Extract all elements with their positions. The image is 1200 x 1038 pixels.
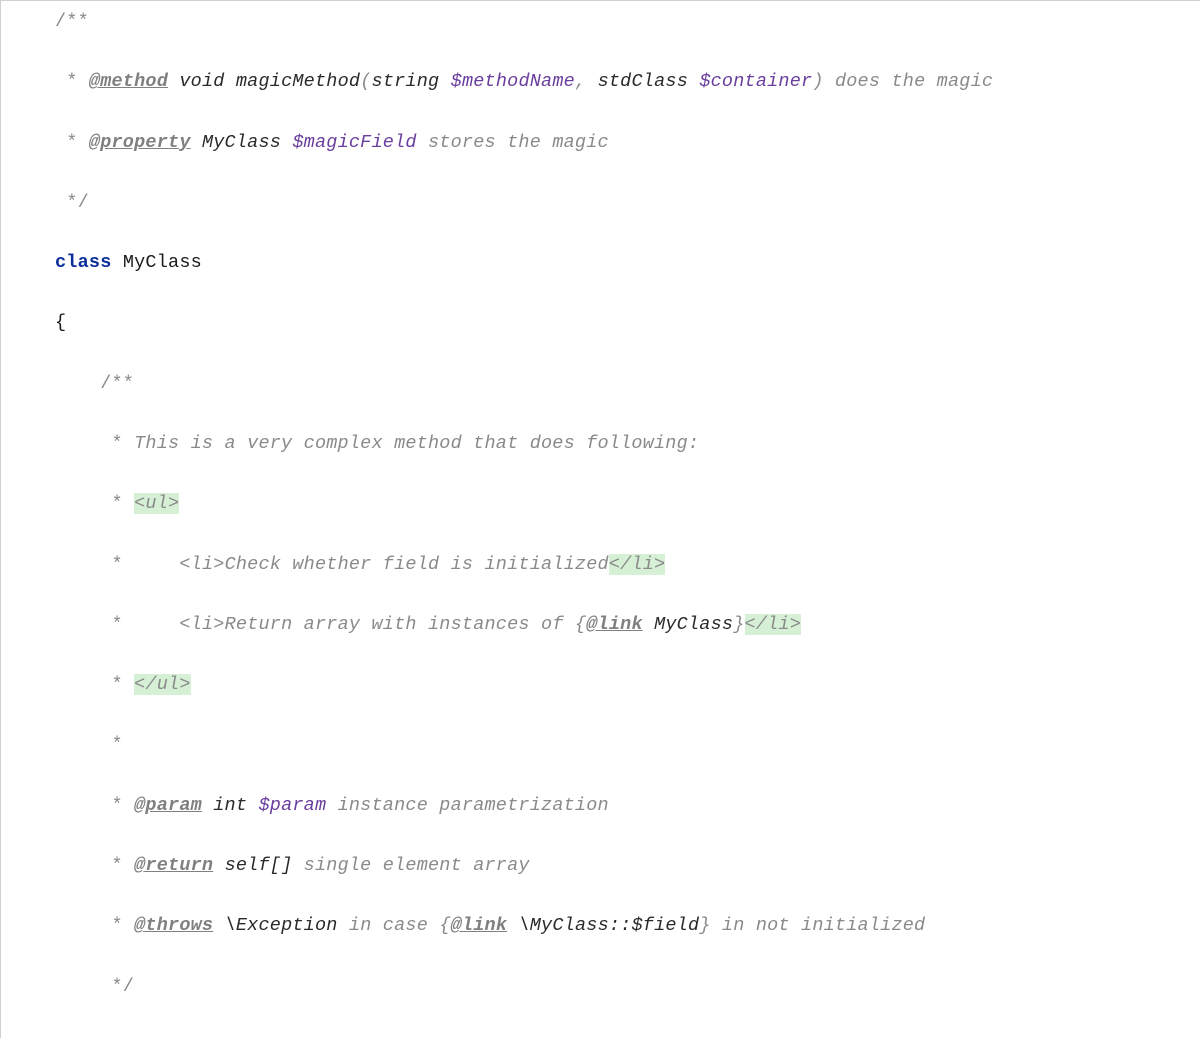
doc-text: in case xyxy=(338,915,440,936)
doc-star: * xyxy=(55,915,134,936)
tag-return: @return xyxy=(134,855,213,876)
doc-star: * xyxy=(55,554,134,575)
doc-text: Check whether field is initialized xyxy=(225,554,609,575)
doc-text: This is a very complex method that does … xyxy=(134,433,699,454)
class-name: MyClass xyxy=(123,252,202,273)
doc-text: does the magic xyxy=(824,71,994,92)
tag-link: @link xyxy=(451,915,508,936)
separator: , xyxy=(575,71,598,92)
paren-open: ( xyxy=(360,71,371,92)
doc-star: * xyxy=(55,71,89,92)
doc-param-type: string xyxy=(372,71,440,92)
spacer xyxy=(213,915,224,936)
tag-throws: @throws xyxy=(134,915,213,936)
doc-open: /** xyxy=(55,11,89,32)
indent xyxy=(134,554,179,575)
code-editor[interactable]: /** * @method void magicMethod(string $m… xyxy=(0,0,1200,1038)
tag-property: @property xyxy=(89,132,191,153)
code-line: * </ul> xyxy=(55,670,1200,700)
doc-param-type: stdClass xyxy=(598,71,688,92)
doc-close: */ xyxy=(55,976,134,997)
spacer xyxy=(202,795,213,816)
indent xyxy=(134,614,179,635)
code-line: * <ul> xyxy=(55,489,1200,519)
doc-text: stores the magic xyxy=(417,132,609,153)
code-line: /** xyxy=(55,7,1200,37)
code-line: * @method void magicMethod(string $metho… xyxy=(55,67,1200,97)
doc-star: * xyxy=(55,855,134,876)
code-line: * @property MyClass $magicField stores t… xyxy=(55,128,1200,158)
link-close: } xyxy=(699,915,710,936)
code-line: * xyxy=(55,730,1200,760)
link-open: { xyxy=(439,915,450,936)
doc-star: * xyxy=(55,734,123,755)
code-line: * @return self[] single element array xyxy=(55,851,1200,881)
code-line: * @throws \Exception in case {@link \MyC… xyxy=(55,911,1200,941)
doc-star: * xyxy=(55,674,134,695)
code-line: * This is a very complex method that doe… xyxy=(55,429,1200,459)
doc-var: $param xyxy=(258,795,326,816)
code-line: { xyxy=(55,308,1200,338)
html-tag: <li> xyxy=(179,614,224,635)
link-open: { xyxy=(575,614,586,635)
html-tag: </ul> xyxy=(134,674,191,695)
doc-method-name: magicMethod xyxy=(236,71,360,92)
doc-type: self[] xyxy=(225,855,293,876)
doc-type: \Exception xyxy=(225,915,338,936)
html-tag: </li> xyxy=(745,614,802,635)
doc-open: /** xyxy=(55,373,134,394)
tag-link: @link xyxy=(586,614,643,635)
spacer xyxy=(688,71,699,92)
spacer xyxy=(439,71,450,92)
spacer xyxy=(168,71,179,92)
code-line: /** xyxy=(55,369,1200,399)
paren-close: ) xyxy=(812,71,823,92)
code-line: * <li>Check whether field is initialized… xyxy=(55,550,1200,580)
tag-method: @method xyxy=(89,71,168,92)
spacer xyxy=(507,915,518,936)
doc-star: * xyxy=(55,614,134,635)
doc-param-var: $container xyxy=(699,71,812,92)
doc-star: * xyxy=(55,132,89,153)
doc-return-type: void xyxy=(179,71,224,92)
code-line: */ xyxy=(55,972,1200,1002)
code-line: */ xyxy=(55,188,1200,218)
doc-text: single element array xyxy=(292,855,529,876)
doc-star: * xyxy=(55,433,134,454)
spacer xyxy=(191,132,202,153)
link-close: } xyxy=(733,614,744,635)
link-target: \MyClass::$field xyxy=(518,915,699,936)
spacer xyxy=(213,855,224,876)
doc-text: Return array with instances of xyxy=(225,614,575,635)
html-tag: <ul> xyxy=(134,493,179,514)
spacer xyxy=(225,71,236,92)
code-line: * <li>Return array with instances of {@l… xyxy=(55,610,1200,640)
code-line: class MyClass xyxy=(55,248,1200,278)
doc-var: $magicField xyxy=(292,132,416,153)
link-target: MyClass xyxy=(654,614,733,635)
doc-param-var: $methodName xyxy=(451,71,575,92)
doc-star: * xyxy=(55,795,134,816)
keyword-class: class xyxy=(55,252,112,273)
spacer xyxy=(281,132,292,153)
code-line: * @param int $param instance parametriza… xyxy=(55,791,1200,821)
spacer xyxy=(247,795,258,816)
doc-text: instance parametrization xyxy=(326,795,609,816)
spacer xyxy=(112,252,123,273)
html-tag: <li> xyxy=(179,554,224,575)
doc-close: */ xyxy=(55,192,89,213)
tag-param: @param xyxy=(134,795,202,816)
doc-text: in not initialized xyxy=(711,915,926,936)
doc-star: * xyxy=(55,493,134,514)
brace-open: { xyxy=(55,312,66,333)
spacer xyxy=(643,614,654,635)
doc-type: int xyxy=(213,795,247,816)
html-tag: </li> xyxy=(609,554,666,575)
doc-type: MyClass xyxy=(202,132,281,153)
